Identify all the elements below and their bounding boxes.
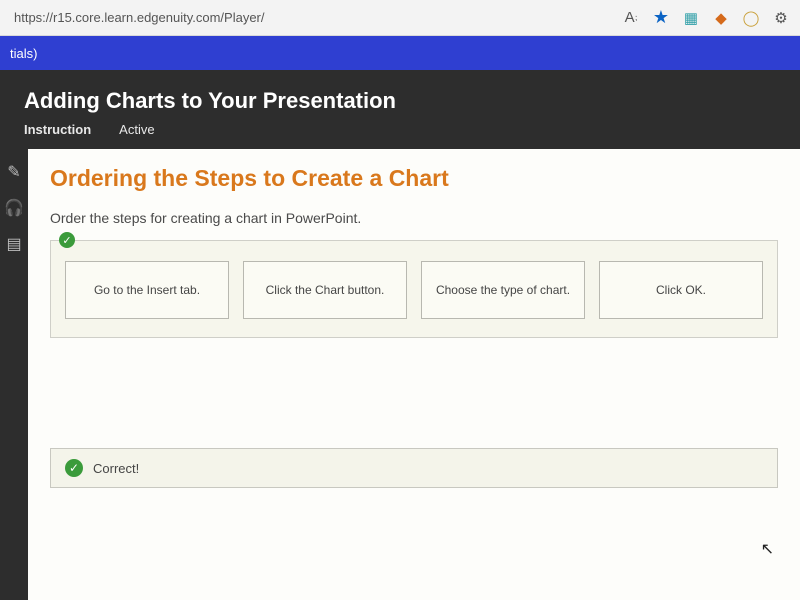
lesson-title: Adding Charts to Your Presentation	[24, 88, 776, 114]
check-icon: ✓	[59, 232, 75, 248]
step-card[interactable]: Choose the type of chart.	[421, 261, 585, 319]
ordering-drop-zone[interactable]: ✓ Go to the Insert tab. Click the Chart …	[50, 240, 778, 338]
activity-prompt: Order the steps for creating a chart in …	[50, 210, 778, 226]
extension-icon[interactable]: ◆	[710, 7, 732, 29]
calculator-icon[interactable]: ▤	[5, 235, 23, 253]
mouse-cursor-icon: ↖	[761, 539, 774, 559]
step-card[interactable]: Click OK.	[599, 261, 763, 319]
step-card[interactable]: Click the Chart button.	[243, 261, 407, 319]
read-aloud-icon[interactable]: A⁏	[620, 7, 642, 29]
activity-heading: Ordering the Steps to Create a Chart	[50, 165, 778, 192]
left-tool-rail: ✎ 🎧 ▤	[0, 149, 28, 600]
course-tab-strip: tials)	[0, 36, 800, 70]
step-card[interactable]: Go to the Insert tab.	[65, 261, 229, 319]
feedback-bar: ✓ Correct!	[50, 448, 778, 488]
check-icon: ✓	[65, 459, 83, 477]
lesson-modes: Instruction Active	[24, 122, 776, 137]
feedback-text: Correct!	[93, 461, 139, 476]
mode-active[interactable]: Active	[119, 122, 154, 137]
mode-instruction[interactable]: Instruction	[24, 122, 91, 137]
headphones-icon[interactable]: 🎧	[5, 199, 23, 217]
refresh-icon[interactable]: ◯	[740, 7, 762, 29]
activity-panel: Ordering the Steps to Create a Chart Ord…	[28, 149, 800, 600]
browser-address-bar: https://r15.core.learn.edgenuity.com/Pla…	[0, 0, 800, 36]
content-wrap: ✎ 🎧 ▤ Ordering the Steps to Create a Cha…	[0, 149, 800, 600]
pencil-icon[interactable]: ✎	[5, 163, 23, 181]
lesson-header: Adding Charts to Your Presentation Instr…	[0, 70, 800, 149]
url-text[interactable]: https://r15.core.learn.edgenuity.com/Pla…	[8, 10, 612, 25]
collections-icon[interactable]: ▦	[680, 7, 702, 29]
tab-label[interactable]: tials)	[10, 46, 37, 61]
settings-gear-icon[interactable]: ⚙	[770, 7, 792, 29]
favorite-star-icon[interactable]: ★	[650, 7, 672, 29]
